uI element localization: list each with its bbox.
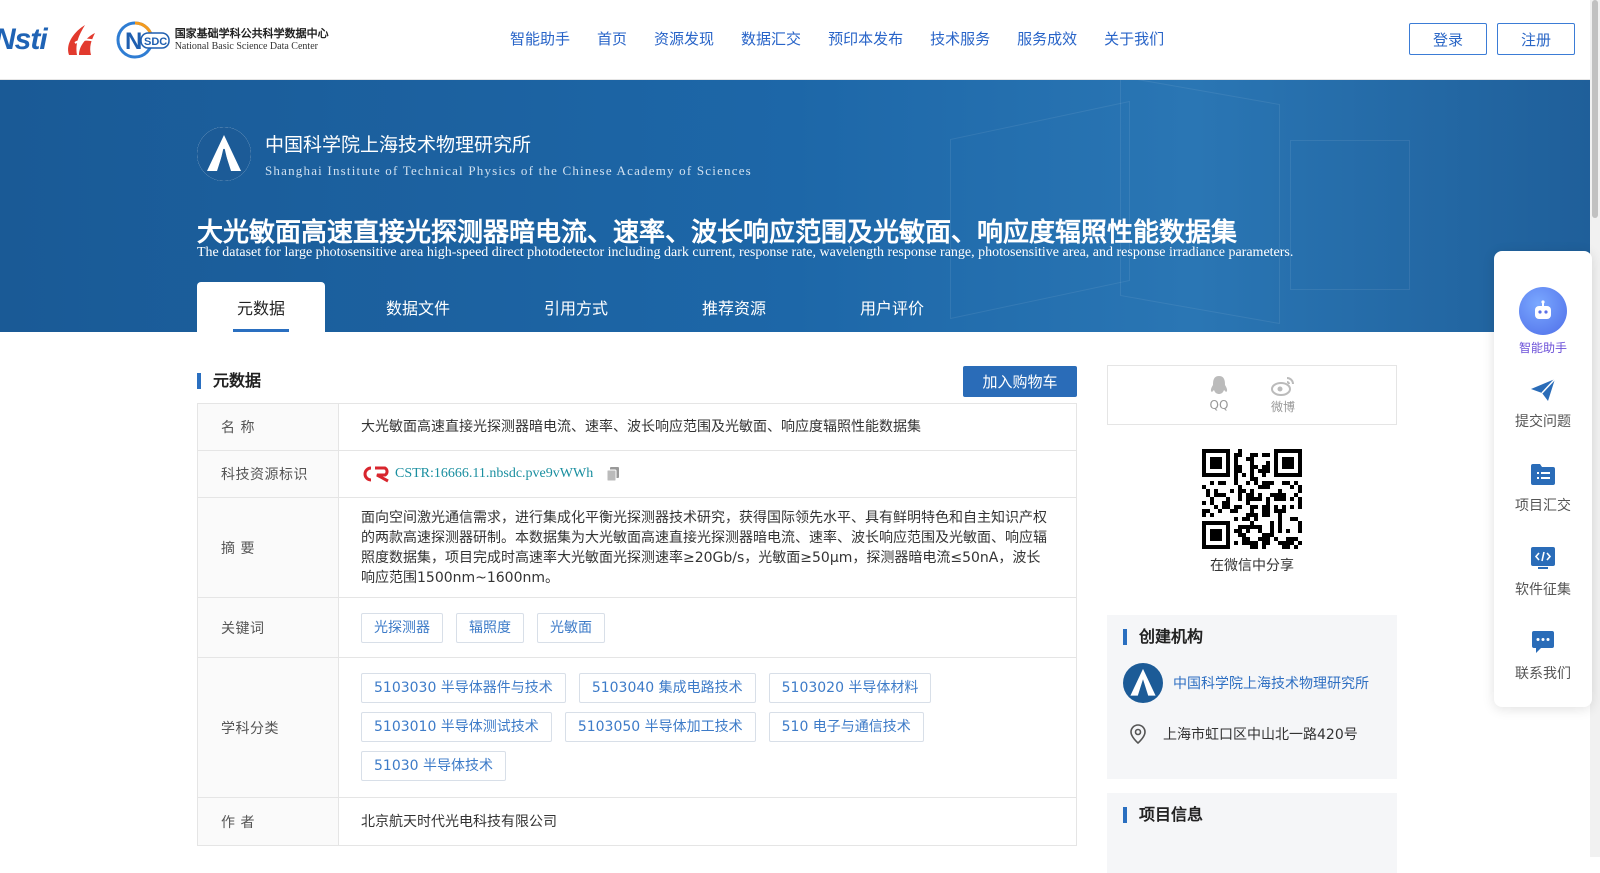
add-to-cart-button[interactable]: 加入购物车	[963, 365, 1077, 397]
dataset-title: 大光敏面高速直接光探测器暗电流、速率、波长响应范围及光敏面、响应度辐照性能数据集	[197, 218, 1238, 248]
author-value: 北京航天时代光电科技有限公司	[361, 813, 557, 830]
nsdc-name-en: National Basic Science Data Center	[174, 40, 318, 52]
subject-tag[interactable]: 5103050 半导体加工技术	[564, 712, 756, 742]
svg-text:SDC: SDC	[144, 36, 167, 48]
creator-logo	[1123, 663, 1163, 703]
float-software-call[interactable]: 软件征集	[1494, 543, 1592, 599]
metadata-table: 名 称 大光敏面高速直接光探测器暗电流、速率、波长响应范围及光敏面、响应度辐照性…	[197, 403, 1077, 846]
table-row: 学科分类 5103030 半导体器件与技术 5103040 集成电路技术 510…	[198, 658, 1076, 798]
keywords-label: 关键词	[198, 598, 339, 657]
author-label: 作 者	[198, 798, 339, 845]
cstr-link[interactable]: CSTR:16666.11.nbsdc.pve9vWWh	[395, 464, 593, 484]
creator-card: 创建机构 中国科学院上海技术物理研究所 上海市虹口区中山北一路420号	[1107, 615, 1397, 779]
creator-address: 上海市虹口区中山北一路420号	[1163, 727, 1358, 743]
subject-tag[interactable]: 5103030 半导体器件与技术	[361, 673, 566, 703]
institution-name-cn: 中国科学院上海技术物理研究所	[265, 133, 532, 156]
metadata-section: 元数据 加入购物车 名 称 大光敏面高速直接光探测器暗电流、速率、波长响应范围及…	[197, 365, 1077, 846]
tab-metadata[interactable]: 元数据	[197, 282, 325, 332]
section-title: 元数据	[197, 373, 261, 389]
svg-text:N: N	[125, 28, 142, 55]
nav-preprint[interactable]: 预印本发布	[828, 28, 903, 49]
table-row: 科技资源标识 CSTR:16666.11.nbsdc.pve9vWWh	[198, 451, 1076, 498]
login-button[interactable]: 登录	[1409, 23, 1487, 55]
creator-title: 创建机构	[1123, 629, 1381, 645]
right-sidebar: QQ 微博 在微信中分享 创建机构 中国科学院上海技术物理研究所 上海市虹口区中…	[1107, 365, 1397, 873]
tab-data-files[interactable]: 数据文件	[339, 282, 497, 332]
subject-tag[interactable]: 5103020 半导体材料	[768, 673, 932, 703]
keyword-tag[interactable]: 辐照度	[456, 612, 524, 643]
wechat-qr-code	[1202, 449, 1302, 549]
scrollbar-thumb[interactable]	[1592, 0, 1598, 218]
register-button[interactable]: 注册	[1497, 23, 1575, 55]
project-card: 项目信息	[1107, 793, 1397, 873]
paper-plane-icon	[1531, 378, 1556, 401]
nstl-logo[interactable]: Nsti	[0, 23, 48, 57]
nav-home[interactable]: 首页	[597, 28, 627, 49]
nav-about[interactable]: 关于我们	[1104, 28, 1164, 49]
keyword-tag[interactable]: 光敏面	[537, 612, 605, 643]
creator-name-link[interactable]: 中国科学院上海技术物理研究所	[1173, 673, 1369, 693]
nsdc-name-cn: 国家基础学科公共科学数据中心	[174, 26, 329, 40]
name-label: 名 称	[198, 404, 339, 450]
nsdc-logo[interactable]: N SDC 国家基础学科公共科学数据中心 National Basic Scie…	[115, 20, 329, 60]
share-weibo-button[interactable]: 微博	[1270, 374, 1296, 424]
name-value: 大光敏面高速直接光探测器暗电流、速率、波长响应范围及光敏面、响应度辐照性能数据集	[361, 419, 921, 435]
project-title: 项目信息	[1123, 807, 1381, 823]
abstract-label: 摘 要	[198, 498, 339, 597]
float-submit-question[interactable]: 提交问题	[1494, 375, 1592, 431]
dataset-banner: 中国科学院上海技术物理研究所 Shanghai Institute of Tec…	[0, 80, 1590, 332]
robot-icon	[1519, 287, 1567, 335]
main-nav: 智能助手 首页 资源发现 数据汇交 预印本发布 技术服务 服务成效 关于我们	[510, 28, 1191, 49]
float-ai-assistant[interactable]: 智能助手	[1494, 287, 1592, 356]
qr-caption: 在微信中分享	[1210, 558, 1294, 574]
partner-logos: Nsti N SDC 国家基础学科公共科学数据中心 National B	[0, 18, 329, 62]
cstr-label: 科技资源标识	[198, 451, 339, 497]
institution-name-en: Shanghai Institute of Technical Physics …	[265, 162, 752, 178]
subject-tag[interactable]: 5103010 半导体测试技术	[361, 712, 552, 742]
nav-service-results[interactable]: 服务成效	[1017, 28, 1077, 49]
cstr-logo-icon	[361, 465, 391, 483]
nav-ai-assistant[interactable]: 智能助手	[510, 28, 570, 49]
keyword-tag[interactable]: 光探测器	[361, 612, 443, 643]
float-contact-us[interactable]: 联系我们	[1494, 627, 1592, 683]
qq-icon	[1210, 376, 1228, 394]
red-swirl-logo[interactable]	[61, 21, 101, 59]
nav-tech-services[interactable]: 技术服务	[930, 28, 990, 49]
dataset-tabs: 元数据 数据文件 引用方式 推荐资源 用户评价	[197, 282, 971, 332]
share-qq-button[interactable]: QQ	[1208, 374, 1230, 424]
tab-recommended[interactable]: 推荐资源	[655, 282, 813, 332]
tab-citation[interactable]: 引用方式	[497, 282, 655, 332]
share-panel: QQ 微博	[1107, 365, 1397, 425]
nsdc-mark-icon: N SDC	[115, 20, 171, 60]
subject-tag[interactable]: 5103040 集成电路技术	[578, 673, 756, 703]
dataset-subtitle: The dataset for large photosensitive are…	[197, 245, 1294, 260]
float-project-submission[interactable]: 项目汇交	[1494, 459, 1592, 515]
institution-header: 中国科学院上海技术物理研究所 Shanghai Institute of Tec…	[197, 127, 752, 181]
table-row: 摘 要 面向空间激光通信需求，进行集成化平衡光探测器技术研究，获得国际领先水平、…	[198, 498, 1076, 598]
location-pin-icon	[1130, 724, 1146, 745]
subject-tag[interactable]: 51030 半导体技术	[361, 751, 506, 781]
table-row: 名 称 大光敏面高速直接光探测器暗电流、速率、波长响应范围及光敏面、响应度辐照性…	[198, 404, 1076, 451]
chat-bubble-icon	[1532, 631, 1554, 653]
copy-icon[interactable]	[605, 466, 621, 482]
table-row: 关键词 光探测器 辐照度 光敏面	[198, 598, 1076, 658]
nav-resource-discovery[interactable]: 资源发现	[654, 28, 714, 49]
top-navigation-bar: Nsti N SDC 国家基础学科公共科学数据中心 National B	[0, 0, 1590, 80]
institution-logo	[197, 127, 251, 181]
tab-user-reviews[interactable]: 用户评价	[813, 282, 971, 332]
abstract-value: 面向空间激光通信需求，进行集成化平衡光探测器技术研究，获得国际领先水平、具有鲜明…	[361, 510, 1047, 586]
weibo-icon	[1271, 377, 1294, 396]
subject-label: 学科分类	[198, 658, 339, 797]
nav-data-submission[interactable]: 数据汇交	[741, 28, 801, 49]
table-row: 作 者 北京航天时代光电科技有限公司	[198, 798, 1076, 845]
subject-tag[interactable]: 510 电子与通信技术	[768, 712, 924, 742]
floating-toolbar: 智能助手 提交问题 项目汇交 软件征集 联系我们	[1494, 251, 1592, 707]
folder-list-icon	[1531, 464, 1555, 485]
code-icon	[1531, 547, 1555, 569]
